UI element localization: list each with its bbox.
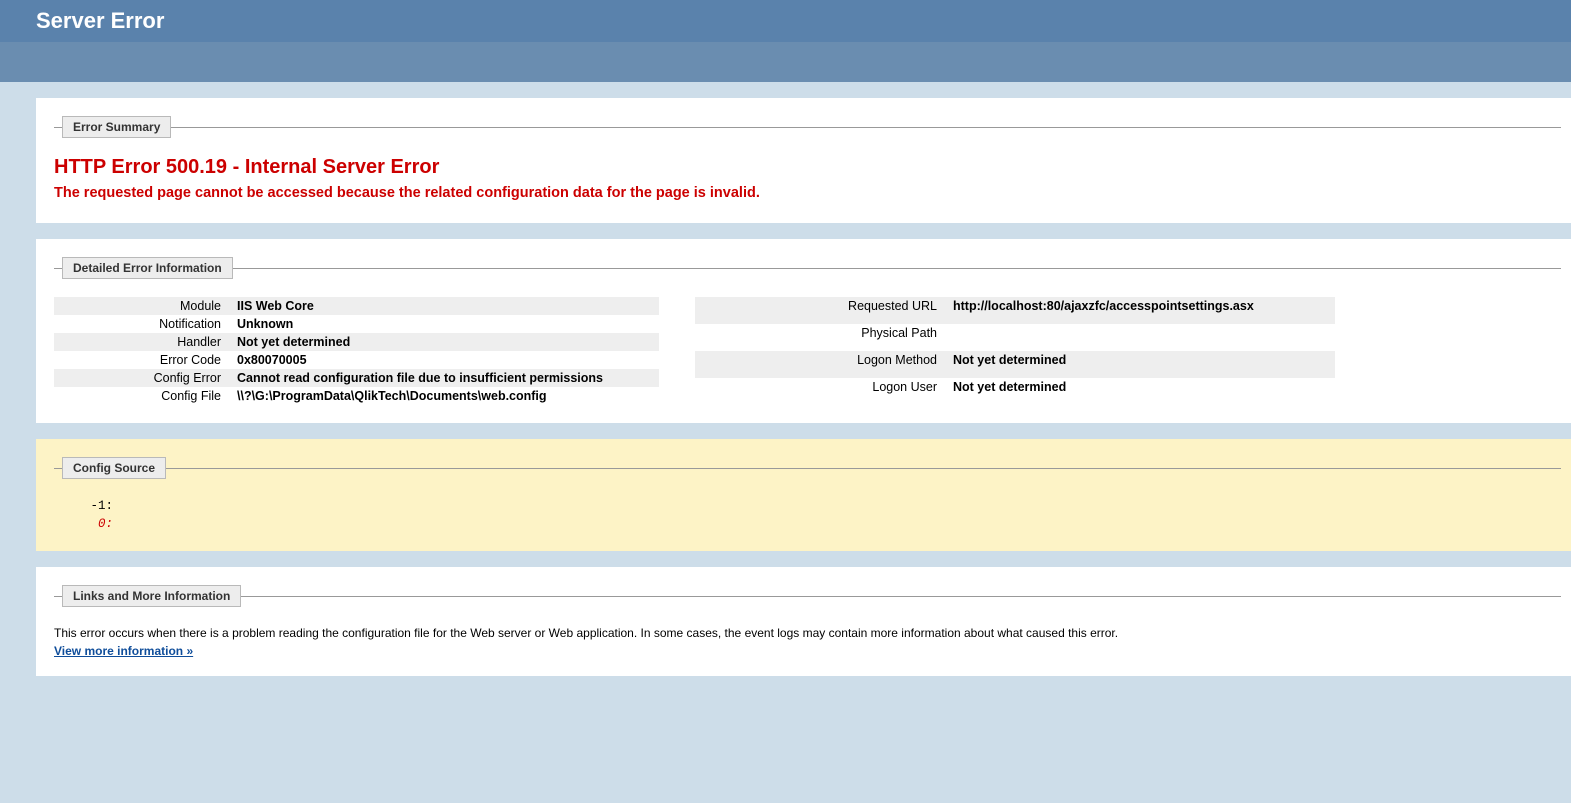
- links-legend: Links and More Information: [62, 585, 241, 607]
- config-line: -1:: [68, 499, 121, 513]
- table-row: Requested URLhttp://localhost:80/ajaxzfc…: [695, 297, 1335, 324]
- detail-label: Handler: [54, 333, 229, 351]
- detail-value: \\?\G:\ProgramData\QlikTech\Documents\we…: [229, 387, 659, 405]
- detail-value: Unknown: [229, 315, 659, 333]
- detail-label: Module: [54, 297, 229, 315]
- detail-value: Not yet determined: [229, 333, 659, 351]
- detail-value: Cannot read configuration file due to in…: [229, 369, 659, 387]
- details-right-table: Requested URLhttp://localhost:80/ajaxzfc…: [695, 297, 1335, 405]
- detail-value: Not yet determined: [945, 378, 1335, 405]
- detail-value: [945, 324, 1335, 351]
- detailed-error-fieldset: Detailed Error Information ModuleIIS Web…: [54, 257, 1561, 405]
- table-row: Logon MethodNot yet determined: [695, 351, 1335, 378]
- table-row: Config File\\?\G:\ProgramData\QlikTech\D…: [54, 387, 659, 405]
- detail-value: 0x80070005: [229, 351, 659, 369]
- detail-label: Logon Method: [695, 351, 945, 378]
- table-row: Physical Path: [695, 324, 1335, 351]
- table-row: Logon UserNot yet determined: [695, 378, 1335, 405]
- detail-label: Requested URL: [695, 297, 945, 324]
- detail-label: Notification: [54, 315, 229, 333]
- config-source-pre: -1: 0:: [68, 497, 1561, 533]
- table-row: Error Code0x80070005: [54, 351, 659, 369]
- error-summary-block: Error Summary HTTP Error 500.19 - Intern…: [36, 98, 1571, 223]
- links-block: Links and More Information This error oc…: [36, 567, 1571, 676]
- detail-label: Error Code: [54, 351, 229, 369]
- error-title: HTTP Error 500.19 - Internal Server Erro…: [54, 156, 1561, 179]
- details-left-table: ModuleIIS Web Core NotificationUnknown H…: [54, 297, 659, 405]
- error-summary-legend: Error Summary: [62, 116, 171, 138]
- links-fieldset: Links and More Information This error oc…: [54, 585, 1561, 658]
- detail-label: Config File: [54, 387, 229, 405]
- details-tables: ModuleIIS Web Core NotificationUnknown H…: [54, 289, 1561, 405]
- header-bar: Server Error: [0, 0, 1571, 42]
- table-row: HandlerNot yet determined: [54, 333, 659, 351]
- page-title: Server Error: [36, 8, 164, 33]
- config-source-block: Config Source -1: 0:: [36, 439, 1571, 551]
- table-row: ModuleIIS Web Core: [54, 297, 659, 315]
- detail-label: Config Error: [54, 369, 229, 387]
- detail-label: Physical Path: [695, 324, 945, 351]
- error-summary-fieldset: Error Summary HTTP Error 500.19 - Intern…: [54, 116, 1561, 205]
- config-source-legend: Config Source: [62, 457, 166, 479]
- links-text: This error occurs when there is a proble…: [54, 625, 1561, 642]
- table-row: NotificationUnknown: [54, 315, 659, 333]
- detail-value: http://localhost:80/ajaxzfc/accesspoints…: [945, 297, 1335, 324]
- config-line-error: 0:: [68, 517, 121, 531]
- view-more-link[interactable]: View more information »: [54, 644, 193, 658]
- detail-value: Not yet determined: [945, 351, 1335, 378]
- detailed-error-legend: Detailed Error Information: [62, 257, 233, 279]
- detail-value: IIS Web Core: [229, 297, 659, 315]
- detail-label: Logon User: [695, 378, 945, 405]
- table-row: Config ErrorCannot read configuration fi…: [54, 369, 659, 387]
- sub-header-bar: [0, 42, 1571, 82]
- error-description: The requested page cannot be accessed be…: [54, 185, 1561, 201]
- detailed-error-block: Detailed Error Information ModuleIIS Web…: [36, 239, 1571, 423]
- config-source-fieldset: Config Source -1: 0:: [54, 457, 1561, 533]
